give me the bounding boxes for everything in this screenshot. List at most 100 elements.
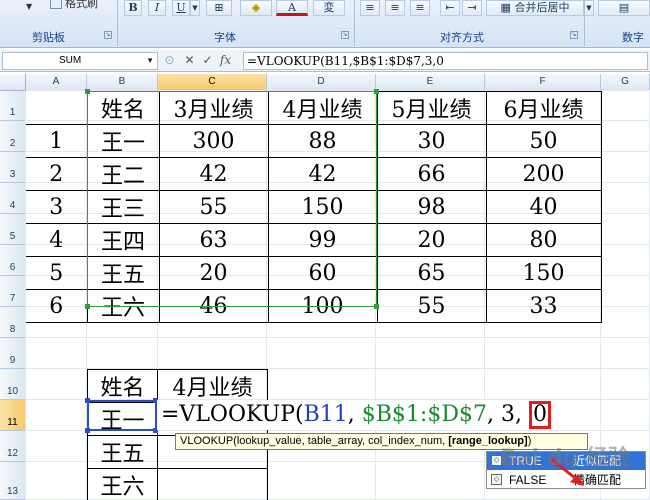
font-color-button[interactable]: A <box>276 0 308 16</box>
table-cell[interactable]: 46 <box>158 289 269 323</box>
fill-color-button[interactable]: ◆ <box>240 0 272 16</box>
table-cell[interactable]: 98 <box>376 190 487 224</box>
table-cell[interactable]: 王三 <box>86 190 160 224</box>
table-cell[interactable]: 100 <box>267 289 378 323</box>
table-cell[interactable]: 3 <box>26 190 88 224</box>
table-cell[interactable]: 1 <box>26 124 88 158</box>
clipboard-launcher-icon[interactable]: ↘ <box>104 31 112 39</box>
table-cell[interactable]: 200 <box>485 157 602 191</box>
row-header-9[interactable]: 9 <box>0 338 26 369</box>
table-cell[interactable]: 65 <box>376 256 487 290</box>
name-box[interactable]: SUM ▼ <box>2 52 158 70</box>
paste-dropdown-icon[interactable]: ▼ <box>26 0 32 14</box>
lookup-name-cell[interactable]: 王一 <box>87 402 158 436</box>
lookup-name-cell[interactable]: 王五 <box>87 435 158 469</box>
row-header-6[interactable]: 6 <box>0 245 26 276</box>
row-header-7[interactable]: 7 <box>0 276 26 307</box>
number-format-button[interactable]: ▤ <box>598 0 650 16</box>
row-header-8[interactable]: 8 <box>0 307 26 338</box>
table-cell[interactable]: 33 <box>485 289 602 323</box>
column-header-g[interactable]: G <box>601 74 650 91</box>
table-cell[interactable]: 4 <box>26 223 88 257</box>
align-right-button[interactable]: ≡ <box>410 0 430 16</box>
name-box-dropdown-icon[interactable]: ▼ <box>146 53 154 69</box>
border-button[interactable]: ⊞ <box>206 0 232 16</box>
table-cell[interactable]: 2 <box>26 157 88 191</box>
italic-button[interactable]: I <box>148 0 166 16</box>
row-header-12[interactable]: 12 <box>0 431 26 462</box>
table-cell[interactable]: 55 <box>158 190 269 224</box>
table-cell[interactable]: 88 <box>267 124 378 158</box>
table-header-cell[interactable]: 姓名 <box>86 91 160 125</box>
table-cell[interactable]: 42 <box>158 157 269 191</box>
format-painter-button[interactable]: 格式刷 <box>50 0 98 11</box>
row-header-2[interactable]: 2 <box>0 121 26 152</box>
underline-dropdown-icon[interactable]: ▼ <box>190 0 200 16</box>
range-resize-handle[interactable] <box>85 304 90 309</box>
enter-icon[interactable]: ✓ <box>200 53 215 68</box>
table-header-cell[interactable]: 5月业绩 <box>376 91 487 125</box>
row-header-10[interactable]: 10 <box>0 369 26 400</box>
table-cell[interactable]: 5 <box>26 256 88 290</box>
table-cell[interactable]: 80 <box>485 223 602 257</box>
column-header-b[interactable]: B <box>87 74 158 91</box>
table-header-cell[interactable]: 4月业绩 <box>267 91 378 125</box>
lookup-value-cell[interactable] <box>157 468 268 500</box>
column-header-e[interactable]: E <box>376 74 485 91</box>
table-cell[interactable]: 42 <box>267 157 378 191</box>
range-resize-handle[interactable] <box>374 304 379 309</box>
row-header-3[interactable]: 3 <box>0 152 26 183</box>
table-cell[interactable]: 40 <box>485 190 602 224</box>
column-header-c[interactable]: C <box>158 74 267 91</box>
underline-button[interactable]: U <box>172 0 190 16</box>
table-cell[interactable]: 6 <box>26 289 88 323</box>
cancel-icon[interactable]: ✕ <box>182 53 197 68</box>
range-resize-handle[interactable] <box>85 89 90 94</box>
bold-button[interactable]: B <box>124 0 142 16</box>
font-launcher-icon[interactable]: ↘ <box>341 31 349 39</box>
column-header-f[interactable]: F <box>485 74 601 91</box>
lookup-header-april[interactable]: 4月业绩 <box>157 369 268 403</box>
row-header-4[interactable]: 4 <box>0 183 26 214</box>
indent-increase-button[interactable]: ⇥ <box>462 0 482 16</box>
row-header-1[interactable]: 1 <box>0 91 26 121</box>
align-center-button[interactable]: ≡ <box>385 0 405 16</box>
table-cell[interactable]: 王五 <box>86 256 160 290</box>
align-left-button[interactable]: ≡ <box>360 0 380 16</box>
table-cell[interactable]: 20 <box>158 256 269 290</box>
row-header-11[interactable]: 11 <box>0 400 26 431</box>
insert-function-icon[interactable]: fx <box>218 53 233 68</box>
table-header-cell[interactable] <box>26 91 88 125</box>
range-resize-handle[interactable] <box>374 89 379 94</box>
phonetic-button[interactable]: 変 <box>313 0 345 16</box>
select-all-corner[interactable] <box>0 74 26 91</box>
table-cell[interactable]: 50 <box>485 124 602 158</box>
merge-center-button[interactable]: ▦ 合并后居中 <box>486 0 584 16</box>
table-cell[interactable]: 王六 <box>86 289 160 323</box>
merge-dropdown-icon[interactable]: ▼ <box>584 0 594 16</box>
lookup-header-name[interactable]: 姓名 <box>87 369 158 403</box>
table-cell[interactable]: 王二 <box>86 157 160 191</box>
reference-resize-handle[interactable] <box>85 398 90 403</box>
table-header-cell[interactable]: 6月业绩 <box>485 91 602 125</box>
table-cell[interactable]: 300 <box>158 124 269 158</box>
table-cell[interactable]: 王一 <box>86 124 160 158</box>
column-header-a[interactable]: A <box>26 74 87 91</box>
table-cell[interactable]: 王四 <box>86 223 160 257</box>
table-cell[interactable]: 55 <box>376 289 487 323</box>
table-header-cell[interactable]: 3月业绩 <box>158 91 269 125</box>
row-header-13[interactable]: 13 <box>0 462 26 500</box>
indent-decrease-button[interactable]: ⇤ <box>440 0 460 16</box>
formula-input[interactable]: =VLOOKUP(B11,$B$1:$D$7,3,0 <box>243 52 648 70</box>
table-cell[interactable]: 20 <box>376 223 487 257</box>
alignment-launcher-icon[interactable]: ↘ <box>570 31 578 39</box>
column-header-d[interactable]: D <box>267 74 376 91</box>
reference-resize-handle[interactable] <box>85 428 90 433</box>
table-cell[interactable]: 150 <box>267 190 378 224</box>
table-cell[interactable]: 150 <box>485 256 602 290</box>
table-cell[interactable]: 30 <box>376 124 487 158</box>
table-cell[interactable]: 66 <box>376 157 487 191</box>
row-header-5[interactable]: 5 <box>0 214 26 245</box>
table-cell[interactable]: 99 <box>267 223 378 257</box>
table-cell[interactable]: 63 <box>158 223 269 257</box>
